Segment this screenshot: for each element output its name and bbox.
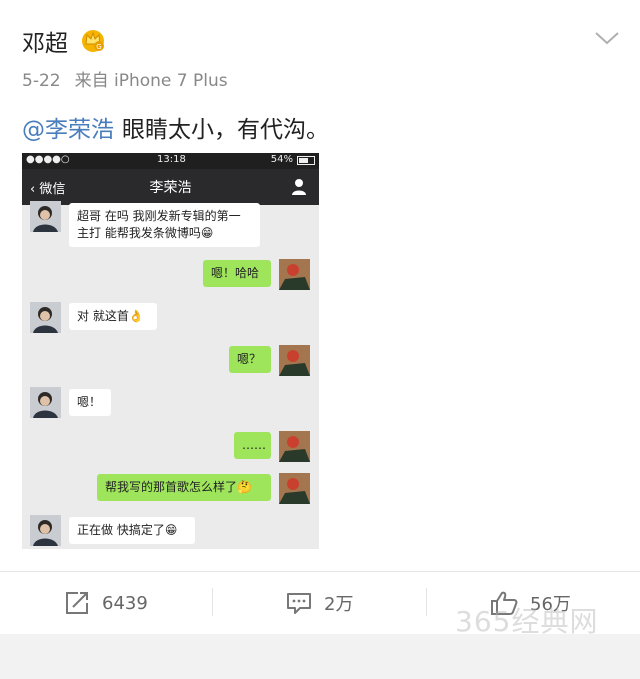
- avatar: [30, 515, 61, 546]
- bottom-separator: [0, 634, 640, 679]
- avatar: [30, 302, 61, 333]
- avatar: [279, 431, 310, 462]
- phone-status-bar: ●●●●○ 13:18 54%: [22, 153, 319, 169]
- battery-percent: 54%: [270, 154, 293, 165]
- chat-message: 嗯！: [69, 389, 111, 416]
- battery-icon: [297, 156, 315, 165]
- chat-message: 超哥 在吗 我刚发新专辑的第一主打 能帮我发条微博吗😁: [69, 203, 260, 247]
- chat-message: 帮我写的那首歌怎么样了🤔: [97, 474, 271, 501]
- divider: [426, 588, 427, 616]
- chat-message: ……: [234, 432, 271, 459]
- status-time: 13:18: [157, 154, 186, 165]
- post-body: 眼睛太小，有代沟。: [122, 117, 329, 143]
- signal-indicator: ●●●●○: [26, 154, 70, 165]
- avatar: [30, 201, 61, 232]
- avatar: [30, 387, 61, 418]
- avatar: [279, 473, 310, 504]
- svg-text:G: G: [96, 43, 101, 51]
- mention-link[interactable]: @李荣浩: [22, 117, 114, 143]
- avatar: [279, 259, 310, 290]
- chat-message: 嗯？: [229, 346, 271, 373]
- chat-nav-bar: ‹ 微信 李荣浩: [22, 169, 319, 205]
- embedded-image[interactable]: ●●●●○ 13:18 54% ‹ 微信 李荣浩 超哥 在吗 我刚发新专辑的第一…: [22, 153, 319, 549]
- person-icon: [292, 179, 306, 195]
- post-text: @李荣浩 眼睛太小，有代沟。: [22, 110, 329, 144]
- repost-icon: [66, 592, 88, 614]
- chat-title: 李荣浩: [149, 180, 192, 196]
- crown-badge-icon: G: [82, 30, 104, 52]
- comment-button[interactable]: 2万: [286, 586, 353, 620]
- comment-count: 2万: [324, 594, 354, 615]
- chevron-down-icon[interactable]: [592, 28, 622, 48]
- divider: [212, 588, 213, 616]
- author-name[interactable]: 邓超: [22, 24, 68, 58]
- post-date: 5-22: [22, 71, 61, 91]
- post-source: 来自 iPhone 7 Plus: [74, 71, 228, 91]
- divider: [0, 571, 640, 572]
- watermark: 365经典网: [455, 605, 599, 638]
- repost-button[interactable]: 6439: [64, 586, 148, 620]
- chat-message: 正在做 快搞定了😁: [69, 517, 195, 544]
- avatar: [279, 345, 310, 376]
- chat-message: 嗯！哈哈: [203, 260, 271, 287]
- chat-message: 对 就这首👌: [69, 303, 157, 330]
- repost-count: 6439: [102, 592, 148, 614]
- post-meta: 5-22 来自 iPhone 7 Plus: [22, 66, 228, 91]
- comment-icon: [287, 593, 311, 614]
